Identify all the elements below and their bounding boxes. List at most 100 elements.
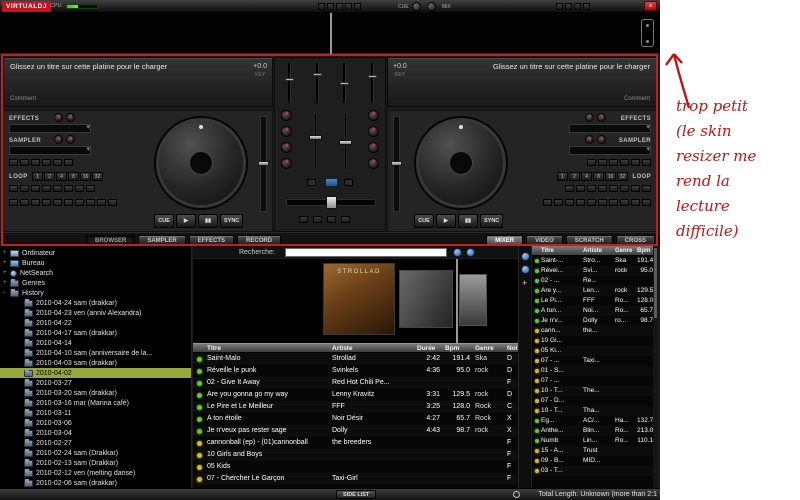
sidelist-row[interactable]: cann...the... bbox=[532, 326, 654, 336]
mini-button[interactable] bbox=[620, 185, 629, 192]
transport-play-button[interactable]: ▶ bbox=[436, 214, 456, 228]
loop-length-button[interactable]: 4 bbox=[56, 172, 67, 181]
deck1-volume-fader[interactable] bbox=[314, 112, 317, 170]
sidelist-row[interactable]: 01 - S... bbox=[532, 366, 654, 376]
column-header[interactable]: Titre bbox=[540, 246, 582, 255]
deck2-pfl-button[interactable] bbox=[344, 179, 353, 186]
deck2-title-area[interactable]: Glissez un titre sur cette platine pour … bbox=[387, 57, 657, 107]
sidelist-row[interactable]: Anthe...Blin...Ro...213.0 bbox=[532, 426, 654, 436]
knob[interactable] bbox=[368, 126, 379, 137]
mini-button[interactable] bbox=[327, 216, 336, 223]
sidelist-row[interactable]: Révei...Svi...rock95.0 bbox=[532, 266, 654, 276]
sidelist-row[interactable]: Are y...Len...rock129.5 bbox=[532, 286, 654, 296]
track-row[interactable]: 10 Girls and BoysF bbox=[193, 449, 518, 461]
sidelist-row[interactable]: A ton...Noi...Ro...65.7 bbox=[532, 306, 654, 316]
mini-button[interactable] bbox=[587, 199, 596, 206]
loop-length-button[interactable]: 16 bbox=[605, 172, 616, 181]
tree-item[interactable]: 2010-02-06 sam (drakkar) bbox=[0, 478, 191, 488]
sidelist-row[interactable]: 10 - T...Tha... bbox=[532, 406, 654, 416]
mini-button[interactable] bbox=[354, 3, 361, 10]
mini-button[interactable] bbox=[598, 185, 607, 192]
mini-button[interactable] bbox=[20, 159, 29, 166]
mini-button[interactable] bbox=[42, 159, 51, 166]
mini-button[interactable] bbox=[587, 185, 596, 192]
mini-button[interactable] bbox=[583, 3, 590, 10]
tab-browser[interactable]: BROWSER bbox=[86, 235, 135, 245]
mini-button[interactable] bbox=[42, 199, 51, 206]
tree-item[interactable]: 2010-03-27 bbox=[0, 378, 191, 388]
transport-cue-button[interactable]: CUE bbox=[414, 214, 434, 228]
tree-item[interactable]: 2010-02-12 ven (melting danse) bbox=[0, 468, 191, 478]
loop-length-button[interactable]: 8 bbox=[68, 172, 79, 181]
loop-length-button[interactable]: 32 bbox=[92, 172, 103, 181]
deck2-volume-fader[interactable] bbox=[344, 112, 347, 170]
tree-item[interactable]: 2010-03-06 bbox=[0, 418, 191, 428]
loop-length-button[interactable]: 32 bbox=[617, 172, 628, 181]
mini-button[interactable] bbox=[642, 159, 651, 166]
mini-button[interactable] bbox=[556, 3, 563, 10]
mini-button[interactable] bbox=[9, 185, 18, 192]
tree-item[interactable]: +NetSearch bbox=[0, 268, 191, 278]
track-row[interactable]: 07 - Chercher Le GarçonTaxi-GirlF bbox=[193, 473, 518, 485]
deck1-effect-selector[interactable]: ▾ bbox=[9, 124, 91, 133]
mini-button[interactable] bbox=[20, 185, 29, 192]
tree-item[interactable]: 2010-04-14 bbox=[0, 338, 191, 348]
tree-item[interactable]: 2010-04-02 bbox=[0, 368, 191, 378]
knob[interactable] bbox=[66, 113, 75, 122]
sidelist-row[interactable]: 15 - A...Trust bbox=[532, 446, 654, 456]
mini-button[interactable] bbox=[609, 199, 618, 206]
tree-expander[interactable]: + bbox=[3, 278, 10, 288]
mini-button[interactable] bbox=[576, 199, 585, 206]
mini-button[interactable] bbox=[299, 216, 308, 223]
sidelist-row[interactable]: Je n'v...Dollyro...98.7 bbox=[532, 316, 654, 326]
album-cover[interactable]: STROLLAD bbox=[323, 263, 395, 335]
mini-button[interactable] bbox=[86, 185, 95, 192]
mini-button[interactable] bbox=[565, 199, 574, 206]
mini-button[interactable] bbox=[620, 199, 629, 206]
mini-button[interactable] bbox=[31, 159, 40, 166]
loop-length-button[interactable]: 1 bbox=[557, 172, 568, 181]
mini-fader[interactable] bbox=[288, 63, 291, 103]
sidelist-row[interactable]: 02 - ...Re... bbox=[532, 276, 654, 286]
mini-button[interactable] bbox=[631, 159, 640, 166]
mini-button[interactable] bbox=[554, 199, 563, 206]
deck2-sampler-selector[interactable]: ▾ bbox=[569, 146, 651, 155]
mini-button[interactable] bbox=[313, 216, 322, 223]
knob[interactable] bbox=[585, 113, 594, 122]
track-row[interactable]: cannonball (ep) - (01)cannonballthe bree… bbox=[193, 437, 518, 449]
tree-expander[interactable]: + bbox=[3, 258, 10, 268]
sidelist-row[interactable]: 09 - B...MID... bbox=[532, 456, 654, 466]
sidelist-row[interactable]: 07 - ...Taxi... bbox=[532, 356, 654, 366]
column-header[interactable]: Titre bbox=[205, 344, 330, 352]
sidelist-row[interactable]: 07 - ... bbox=[532, 376, 654, 386]
track-row[interactable]: Réveille le punkSvinkels4:3695.0rockD bbox=[193, 365, 518, 377]
sidelist-row[interactable]: 07 - D... bbox=[532, 396, 654, 406]
mini-button[interactable] bbox=[620, 159, 629, 166]
track-row[interactable]: Saint-MaloStrollad2:42191.4SkaD bbox=[193, 353, 518, 365]
tree-item[interactable]: 2010-03-16 mar (Marina café) bbox=[0, 398, 191, 408]
tree-item[interactable]: 2010-03-04 bbox=[0, 428, 191, 438]
album-cover[interactable] bbox=[459, 274, 487, 326]
mini-button[interactable] bbox=[97, 199, 106, 206]
transport-cue-button[interactable]: CUE bbox=[154, 214, 174, 228]
mini-button[interactable] bbox=[75, 199, 84, 206]
deck1-pfl-button[interactable] bbox=[307, 179, 316, 186]
tree-item[interactable]: +Genres bbox=[0, 278, 191, 288]
knob[interactable] bbox=[281, 110, 292, 121]
mini-fader[interactable] bbox=[343, 63, 346, 103]
mini-button[interactable] bbox=[64, 199, 73, 206]
transport-pause-button[interactable]: ▮▮ bbox=[458, 214, 478, 228]
netsearch-icon[interactable] bbox=[466, 248, 475, 257]
mini-button[interactable] bbox=[327, 3, 334, 10]
knob[interactable] bbox=[281, 142, 292, 153]
mini-button[interactable] bbox=[598, 159, 607, 166]
tree-item[interactable]: +Ordinateur bbox=[0, 248, 191, 258]
tree-expander[interactable]: + bbox=[3, 248, 10, 258]
mini-button[interactable] bbox=[53, 159, 62, 166]
sidelist-icon[interactable] bbox=[521, 265, 530, 274]
mini-button[interactable] bbox=[42, 185, 51, 192]
transport-sync-button[interactable]: SYNC bbox=[480, 214, 503, 228]
column-header[interactable]: Noir bbox=[505, 344, 518, 352]
tree-item[interactable]: -History bbox=[0, 288, 191, 298]
mini-fader[interactable] bbox=[316, 63, 319, 103]
